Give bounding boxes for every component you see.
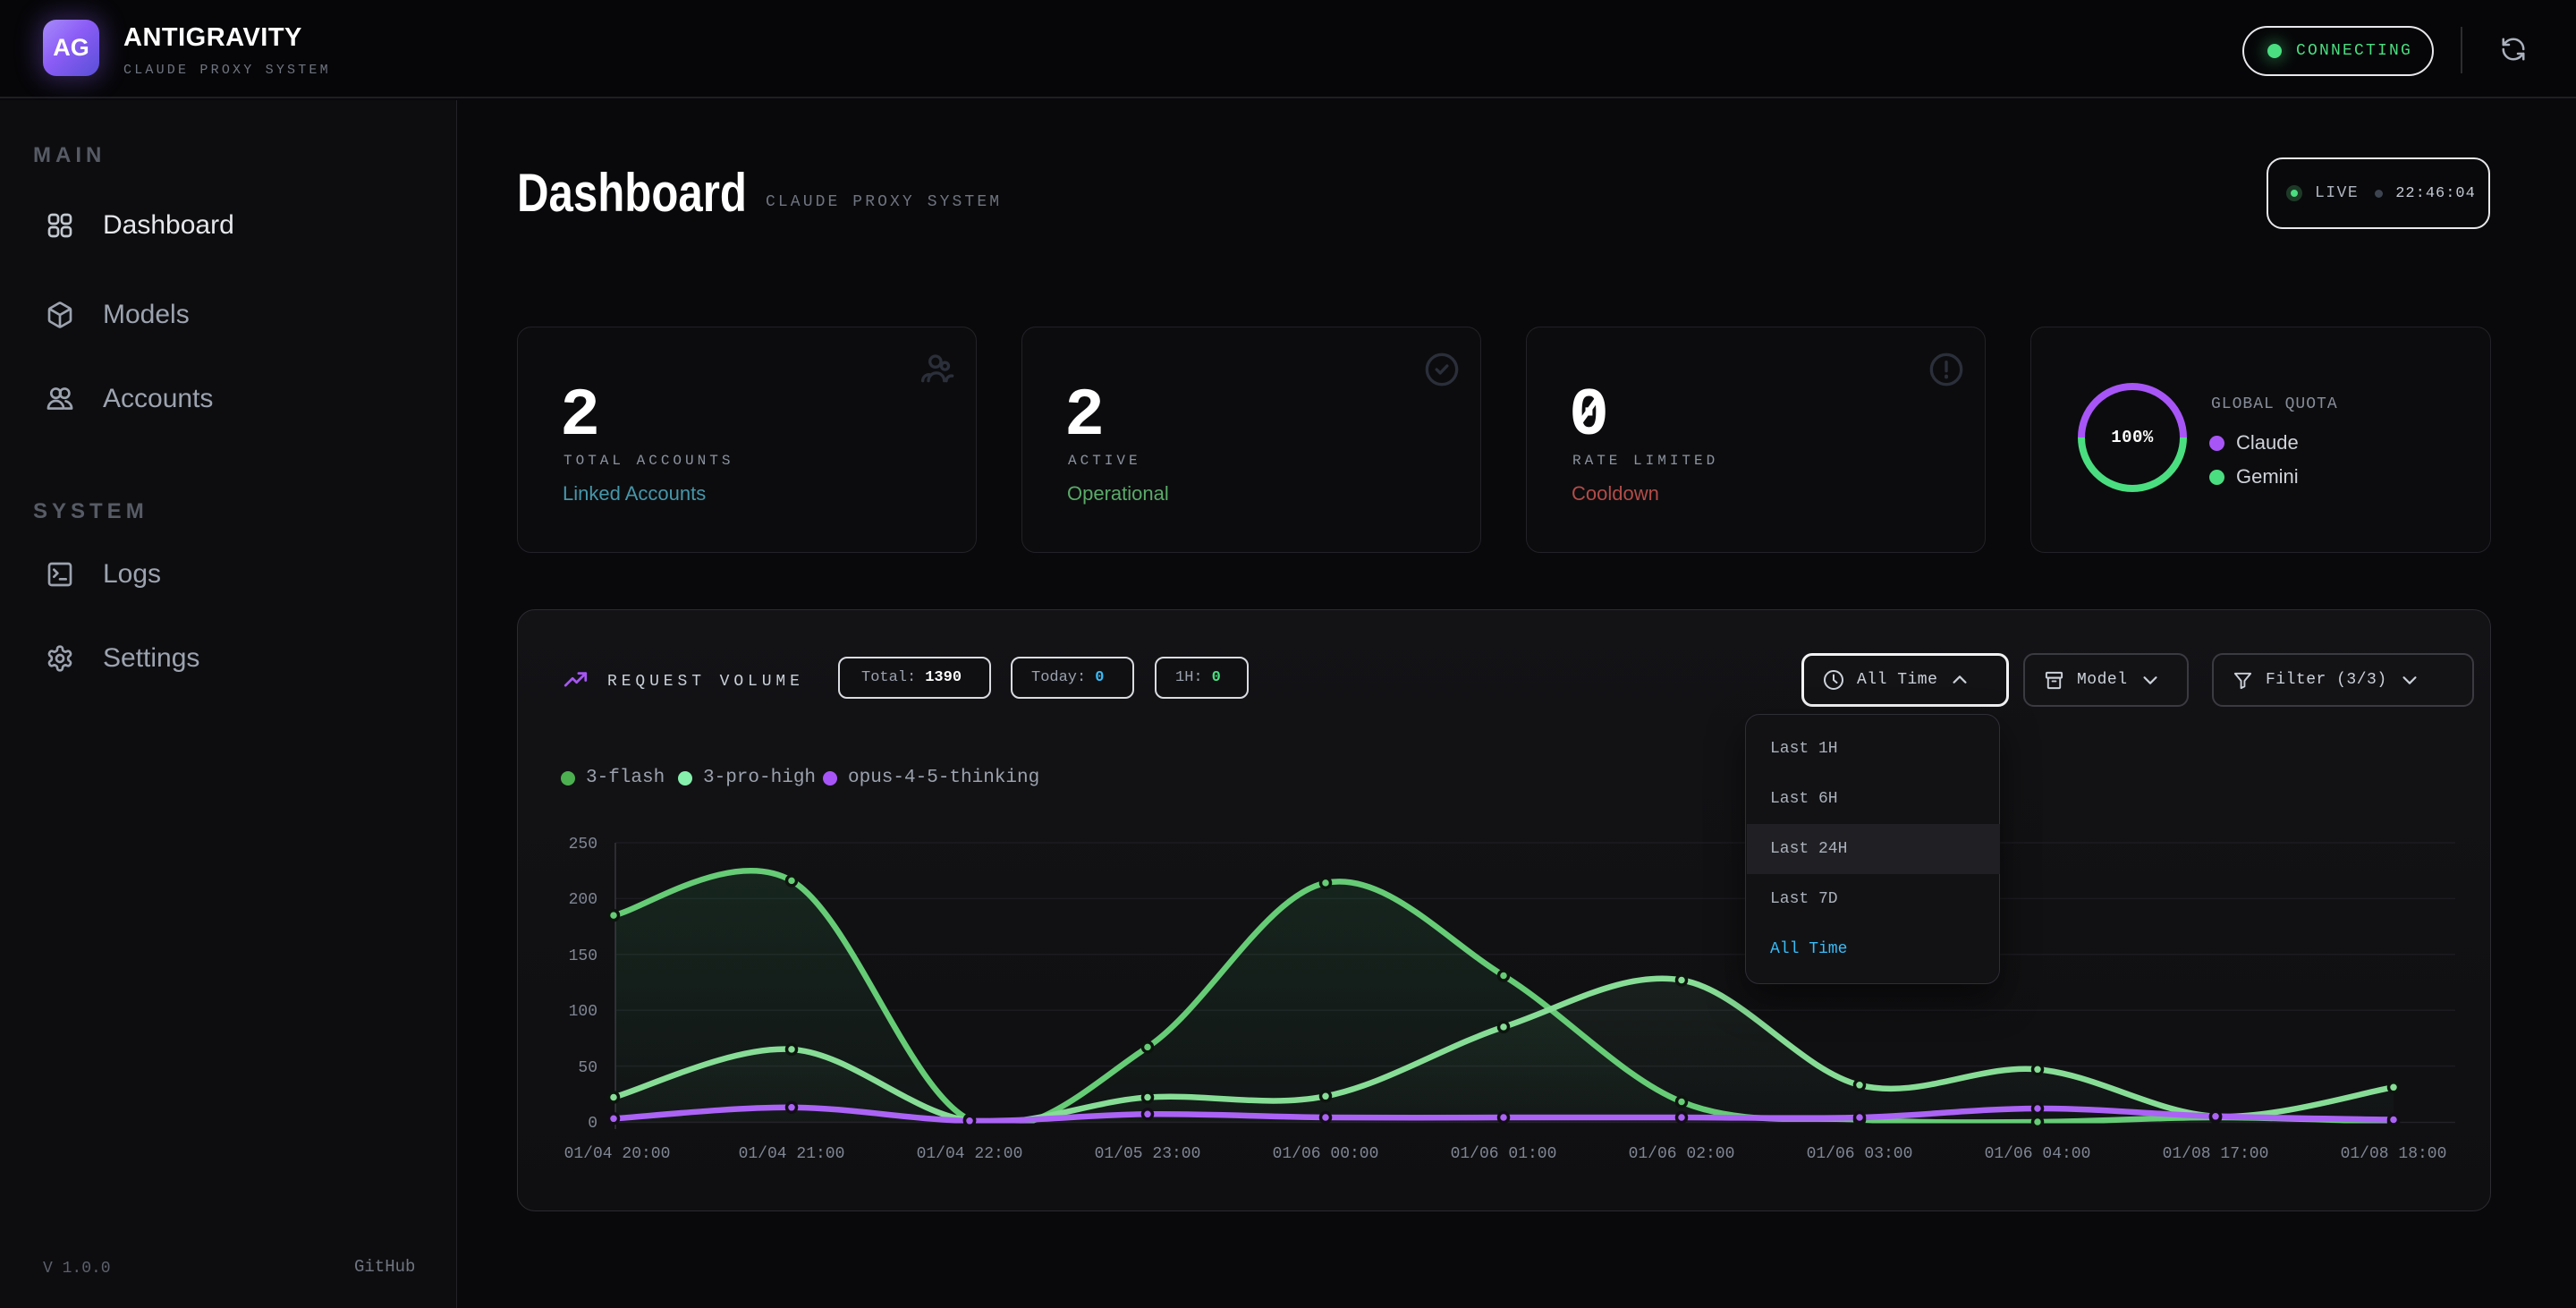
svg-text:01/06 03:00: 01/06 03:00	[1807, 1145, 1913, 1163]
svg-text:01/04 21:00: 01/04 21:00	[739, 1145, 845, 1163]
svg-text:100: 100	[569, 1003, 597, 1021]
svg-text:01/04 20:00: 01/04 20:00	[564, 1145, 671, 1163]
svg-text:01/06 00:00: 01/06 00:00	[1273, 1145, 1379, 1163]
svg-text:0: 0	[588, 1115, 597, 1133]
svg-text:01/06 02:00: 01/06 02:00	[1629, 1145, 1735, 1163]
svg-text:150: 150	[569, 947, 597, 965]
svg-text:50: 50	[578, 1059, 597, 1077]
svg-text:01/06 01:00: 01/06 01:00	[1451, 1145, 1557, 1163]
svg-text:200: 200	[569, 891, 597, 909]
svg-text:01/04 22:00: 01/04 22:00	[917, 1145, 1023, 1163]
svg-text:01/08 18:00: 01/08 18:00	[2341, 1145, 2447, 1163]
svg-text:250: 250	[569, 836, 597, 854]
svg-text:01/08 17:00: 01/08 17:00	[2163, 1145, 2269, 1163]
svg-text:01/05 23:00: 01/05 23:00	[1095, 1145, 1201, 1163]
svg-text:01/06 04:00: 01/06 04:00	[1985, 1145, 2091, 1163]
